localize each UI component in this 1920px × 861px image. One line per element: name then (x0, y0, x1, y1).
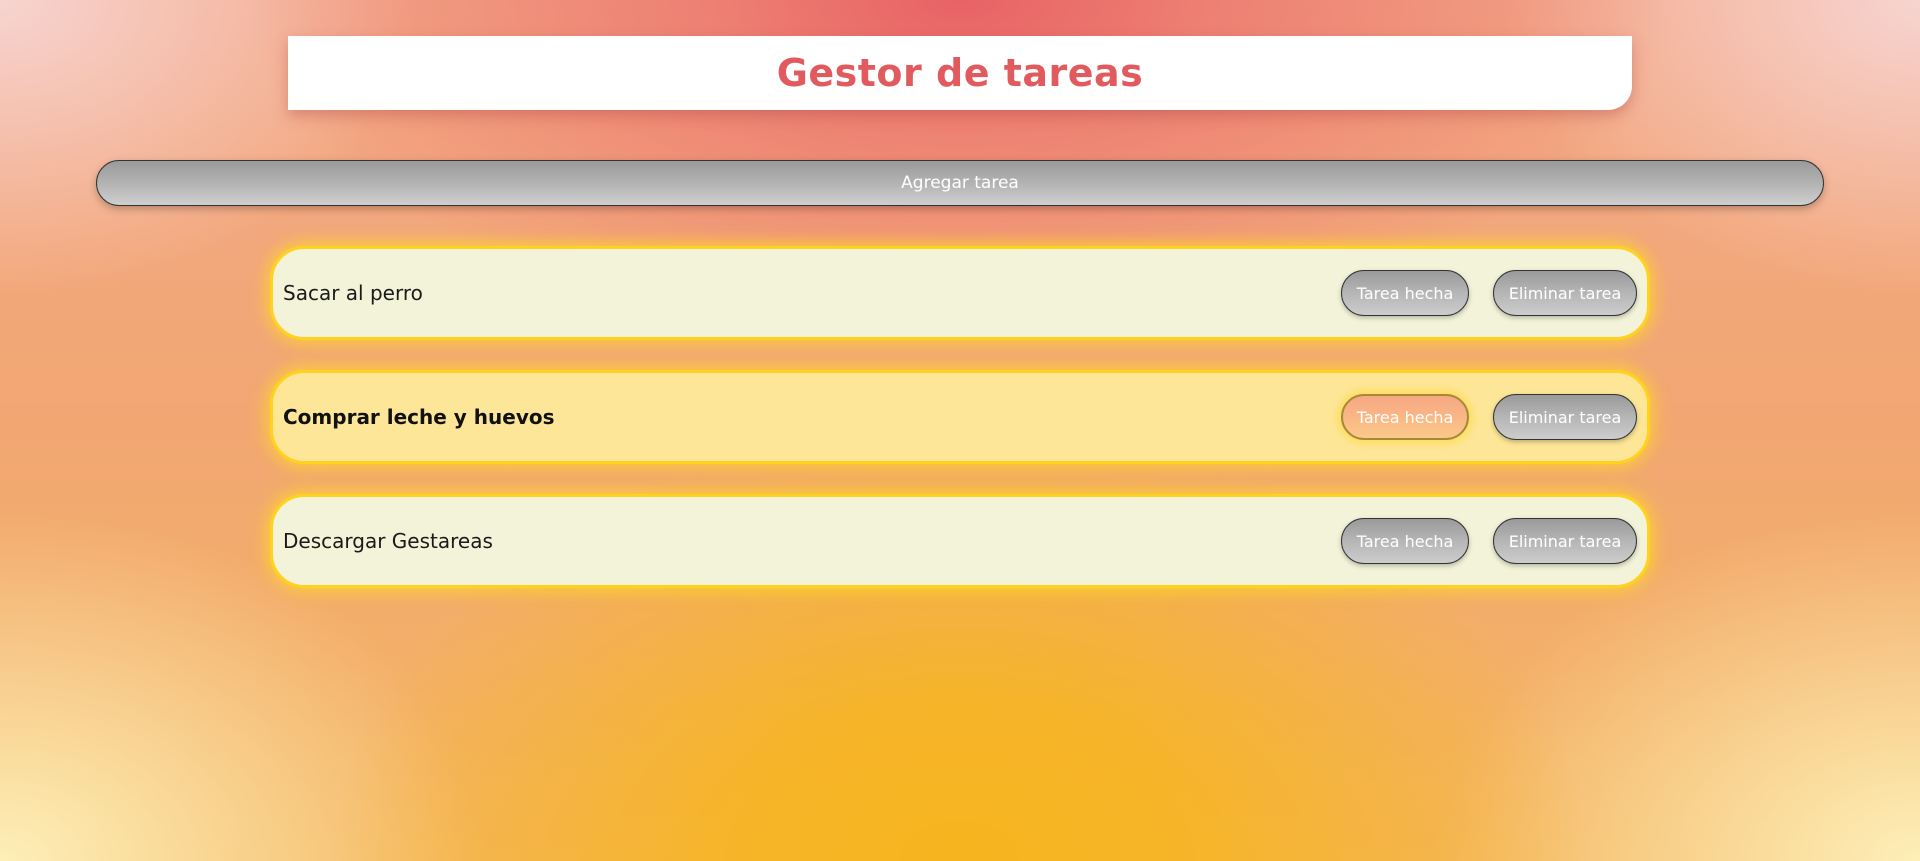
task-item: Descargar Gestareas Tarea hecha Eliminar… (270, 494, 1650, 588)
delete-task-button[interactable]: Eliminar tarea (1493, 394, 1637, 440)
page-title: Gestor de tareas (776, 51, 1144, 95)
task-list: Sacar al perro Tarea hecha Eliminar tare… (270, 246, 1650, 618)
task-text: Descargar Gestareas (283, 529, 493, 553)
delete-task-button[interactable]: Eliminar tarea (1493, 518, 1637, 564)
mark-done-button[interactable]: Tarea hecha (1341, 518, 1469, 564)
task-text: Comprar leche y huevos (283, 405, 555, 429)
mark-done-button[interactable]: Tarea hecha (1341, 394, 1469, 440)
app-header: Gestor de tareas (288, 36, 1632, 110)
task-item: Sacar al perro Tarea hecha Eliminar tare… (270, 246, 1650, 340)
add-task-button[interactable]: Agregar tarea (96, 160, 1824, 206)
task-text: Sacar al perro (283, 281, 423, 305)
task-item: Comprar leche y huevos Tarea hecha Elimi… (270, 370, 1650, 464)
delete-task-button[interactable]: Eliminar tarea (1493, 270, 1637, 316)
mark-done-button[interactable]: Tarea hecha (1341, 270, 1469, 316)
